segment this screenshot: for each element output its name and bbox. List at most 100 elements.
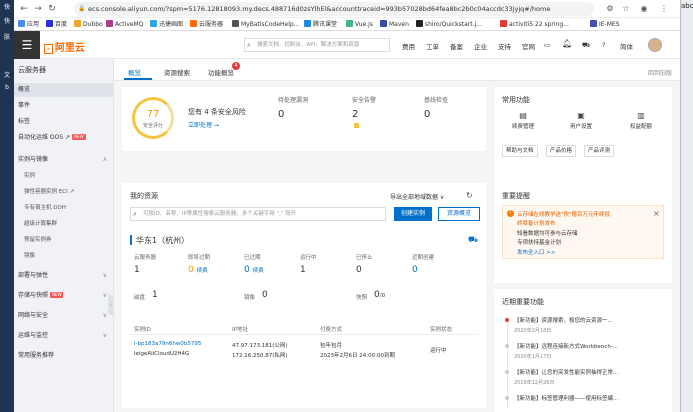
- lang-switch[interactable]: 简体: [620, 41, 633, 51]
- tab-overview[interactable]: 概览: [128, 67, 141, 77]
- bookmark-item[interactable]: IE-MES: [590, 20, 620, 30]
- refresh-icon[interactable]: ↻: [466, 191, 473, 200]
- recent-entry-link[interactable]: 【新功能】标签管理利器——使用标签编...: [514, 394, 618, 402]
- global-search-input[interactable]: ⌕ 搜索文档、控制台、API、解决方案和资源: [244, 38, 390, 52]
- stat-value[interactable]: 0/0: [374, 290, 385, 300]
- extension-icon[interactable]: ⚙: [604, 3, 616, 15]
- bookmark-item[interactable]: shiro/Quickstart.j...: [416, 20, 482, 30]
- help-icon[interactable]: ?: [602, 41, 605, 49]
- bookmark-item[interactable]: Vue.js: [346, 20, 373, 30]
- chip-pricing[interactable]: 产品价格: [546, 145, 577, 157]
- region-name[interactable]: 华东1（杭州）: [136, 235, 189, 246]
- menu-icon[interactable]: ⋮: [658, 3, 670, 15]
- sidebar-item-reserved[interactable]: 预留实例券: [14, 233, 113, 247]
- stat-value[interactable]: 0: [262, 290, 268, 300]
- sidebar-item-oos[interactable]: 自动化运维 OOS ↗ NEW: [14, 131, 113, 145]
- nav-enterprise[interactable]: 企业: [474, 41, 487, 51]
- bookmark-item[interactable]: activiti5.22 spring...: [500, 20, 569, 30]
- nav-support[interactable]: 支持: [498, 41, 511, 51]
- nav-fee[interactable]: 费用: [402, 41, 415, 51]
- alert-value[interactable]: 2: [352, 109, 358, 120]
- bookmark-item[interactable]: 腾讯课堂: [304, 20, 337, 30]
- sidebar-item-instance[interactable]: 实例: [14, 169, 113, 183]
- activiti-icon: [500, 20, 507, 27]
- sidebar-item-images[interactable]: 镜像: [14, 249, 113, 263]
- bell-icon[interactable]: 🔔︎: [562, 39, 572, 48]
- sidebar-item-tags[interactable]: 标签: [14, 115, 113, 129]
- back-to-old-link[interactable]: 回到旧版: [648, 68, 672, 77]
- url-input[interactable]: 🔒 ecs.console.aliyun.com/?spm=5176.12818…: [74, 2, 594, 16]
- renew-link[interactable]: 续费: [197, 268, 208, 274]
- stat-value[interactable]: 0 续费: [188, 265, 208, 275]
- close-icon[interactable]: ×: [653, 209, 660, 218]
- nav-ticket[interactable]: 工单: [426, 41, 439, 51]
- sidebar-group-instances[interactable]: 实例与镜像 ∧: [14, 153, 113, 167]
- baidu-icon: [46, 20, 53, 27]
- bookmark-item[interactable]: MyBatisCodeHelp...: [232, 20, 299, 30]
- cart-icon[interactable]: ⛟: [582, 41, 590, 50]
- sidebar-item-services[interactable]: 常用服务推荐: [14, 349, 113, 363]
- func-quota[interactable]: ▥ 权益配额: [616, 111, 666, 130]
- stat-value[interactable]: 1: [300, 265, 306, 275]
- sidebar-item-overview[interactable]: 概览: [14, 83, 113, 97]
- bookmark-label: Vue.js: [355, 21, 373, 28]
- recent-entry-link[interactable]: 【新功能】资源搜索，极您的云资源一...: [514, 316, 613, 324]
- terminal-icon[interactable]: ▭: [544, 41, 550, 49]
- alert-label: 安全告警: [352, 97, 377, 104]
- func-user-settings[interactable]: ▣ 用户设置: [556, 111, 606, 130]
- sidebar-item-eci[interactable]: 弹性容器实例 ECI ↗: [14, 185, 113, 199]
- chip-help-docs[interactable]: 帮助与文档: [502, 145, 538, 157]
- bookmark-item[interactable]: 迅捷画图: [150, 20, 183, 30]
- desktop-label: 快: [3, 18, 10, 25]
- back-icon[interactable]: ←: [18, 3, 30, 15]
- resource-filter-input[interactable]: ⌕ 可按ID、名称、IP等属性搜索云服务器，多个关键字用 "," 隔开: [130, 207, 386, 221]
- recent-entry-date: 2020年1月17日: [514, 354, 552, 360]
- bookmark-item[interactable]: Maven: [380, 20, 409, 30]
- recent-entry-link[interactable]: 【新功能】远程连接新方式Workbench-...: [514, 342, 618, 350]
- handle-now-link[interactable]: 立即处理 →: [188, 120, 219, 129]
- export-data-link[interactable]: 导出全部地域数据 ∨: [390, 192, 444, 201]
- sidebar-group-deploy[interactable]: 部署与弹性 ∨: [14, 269, 113, 283]
- bookmark-item[interactable]: 云服务器: [190, 20, 223, 30]
- instance-id-link[interactable]: i-bp183a79n6hw0b5795: [134, 341, 201, 347]
- nav-icp[interactable]: 备案: [450, 41, 463, 51]
- sidebar-group-ops[interactable]: 运维与监控 ∨: [14, 329, 113, 343]
- bookmark-label: 腾讯课堂: [313, 21, 338, 28]
- bookmark-item[interactable]: Dubbo: [74, 20, 103, 30]
- baseline-value[interactable]: 0: [424, 109, 430, 120]
- profile-icon[interactable]: ◉: [638, 3, 650, 15]
- security-score-gauge[interactable]: 77 安全评分: [132, 97, 174, 139]
- stat-value[interactable]: 0: [412, 265, 418, 275]
- bookmark-star-icon[interactable]: ☆: [620, 3, 632, 15]
- stat-value[interactable]: 1: [134, 265, 140, 275]
- notice-link[interactable]: 发布全入口 >>: [517, 248, 555, 256]
- chip-reviews[interactable]: 产品评测: [584, 145, 615, 157]
- bookmark-item[interactable]: 百度: [46, 20, 67, 30]
- cart-icon[interactable]: ⛟: [468, 235, 478, 245]
- notice-title: 重要提醒: [502, 192, 530, 200]
- aliyun-logo[interactable]: - 阿里云: [44, 39, 85, 54]
- stat-value[interactable]: 0 续费: [244, 265, 264, 275]
- func-renewal[interactable]: ▤ 续费管理: [498, 111, 548, 130]
- renew-link[interactable]: 续费: [253, 268, 264, 274]
- hamburger-menu-icon[interactable]: ☰: [14, 31, 40, 59]
- sidebar-item-ddh[interactable]: 专有宿主机 DDH: [14, 201, 113, 215]
- sidebar-group-network[interactable]: 网络与安全 ∨: [14, 309, 113, 323]
- tab-function-overview[interactable]: 功能概览: [208, 67, 234, 77]
- nav-website[interactable]: 官网: [522, 41, 535, 51]
- sidebar-group-storage[interactable]: 存储与快照 NEW ∨: [14, 289, 113, 303]
- reload-icon[interactable]: ↻: [46, 3, 58, 15]
- resource-overview-button[interactable]: 资源概览: [438, 207, 480, 221]
- stat-value[interactable]: 1: [152, 290, 158, 300]
- sidebar-item-scc[interactable]: 超级计算集群: [14, 217, 113, 231]
- avatar[interactable]: [648, 38, 662, 52]
- bookmark-item[interactable]: 应用: [18, 20, 39, 30]
- vuln-value[interactable]: 0: [278, 109, 284, 120]
- create-instance-button[interactable]: 创建实例: [394, 207, 432, 221]
- forward-icon[interactable]: →: [32, 3, 44, 15]
- recent-entry-link[interactable]: 【新功能】让您的突发性能实例抽得正常...: [514, 368, 618, 376]
- bookmark-item[interactable]: ActiveMQ: [106, 20, 143, 30]
- sidebar-item-events[interactable]: 事件: [14, 99, 113, 113]
- tab-resource-search[interactable]: 资源搜索: [164, 67, 190, 77]
- stat-value[interactable]: 0: [356, 265, 362, 275]
